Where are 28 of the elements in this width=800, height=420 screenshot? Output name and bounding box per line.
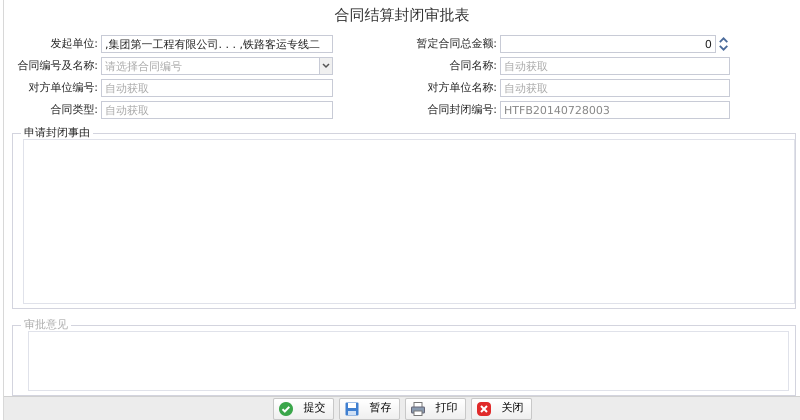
spinner-arrows-icon[interactable] xyxy=(716,35,730,54)
field-label: 合同编号及名称: xyxy=(16,58,98,74)
field-label: 合同类型: xyxy=(49,102,98,118)
field-label: 对方单位名称: xyxy=(426,80,497,96)
section-legend: 申请封闭事由 xyxy=(21,127,93,140)
section-legend: 审批意见 xyxy=(21,319,71,332)
field-label: 暂定合同总金额: xyxy=(415,36,497,52)
printer-icon xyxy=(410,400,426,417)
close-icon xyxy=(476,400,492,417)
field-label: 发起单位: xyxy=(49,36,98,52)
field-label: 对方单位编号: xyxy=(27,80,98,96)
toolbar-button[interactable]: 提交 xyxy=(272,398,334,420)
input-field[interactable]: 自动获取 xyxy=(101,101,333,120)
amount-field[interactable]: 0 xyxy=(500,35,716,54)
input-field[interactable]: 自动获取 xyxy=(500,79,730,98)
input-field[interactable]: ,集团第一工程有限公司. . . ,铁路客运专线二 xyxy=(101,35,333,54)
input-field[interactable]: 自动获取 xyxy=(500,57,730,76)
check-circle-icon xyxy=(278,400,294,417)
toolbar-button[interactable]: 暂存 xyxy=(338,398,400,420)
toolbar-button[interactable]: 打印 xyxy=(404,398,466,420)
field-label: 合同名称: xyxy=(448,58,497,74)
select-field[interactable]: 请选择合同编号 xyxy=(101,57,319,76)
input-field[interactable]: 自动获取 xyxy=(101,79,333,98)
dropdown-button[interactable] xyxy=(319,57,333,76)
form-title: 合同结算封闭审批表 xyxy=(334,5,470,26)
field-label: 合同封闭编号: xyxy=(426,102,497,118)
toolbar-button[interactable]: 关闭 xyxy=(470,398,532,420)
chevron-down-icon xyxy=(322,63,330,70)
